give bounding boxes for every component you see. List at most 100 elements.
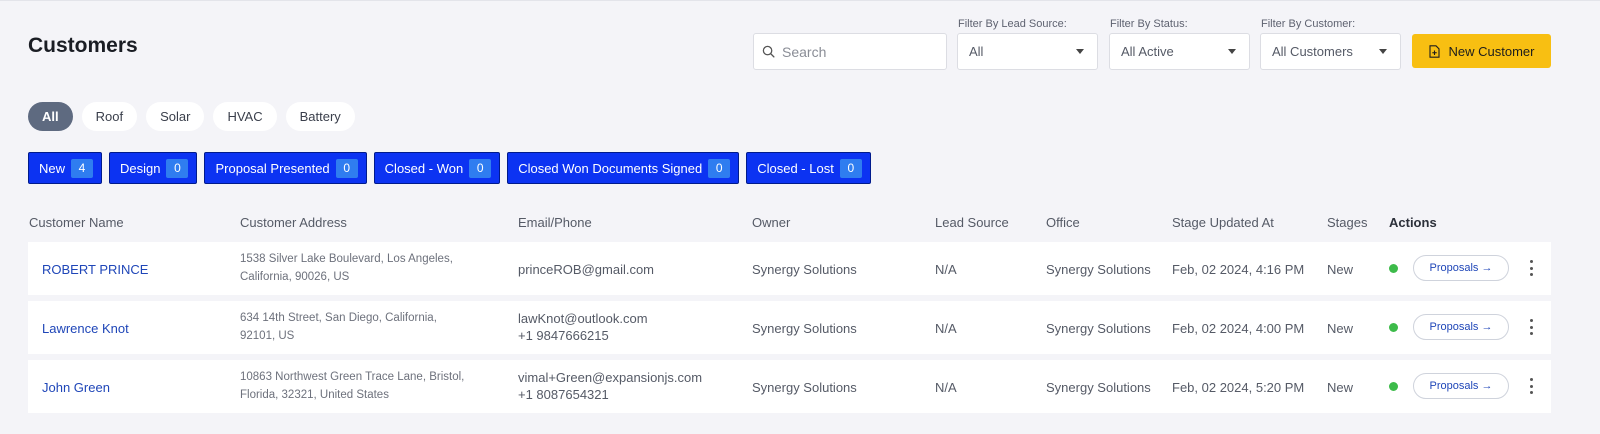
- lead-source: N/A: [935, 262, 957, 277]
- stage-value: New: [1327, 321, 1354, 336]
- stage-count: 0: [166, 158, 189, 178]
- stage-proposal-presented[interactable]: Proposal Presented 0: [204, 152, 367, 184]
- category-pill-solar[interactable]: Solar: [146, 102, 205, 131]
- status-value: All Active: [1121, 44, 1174, 59]
- header-stages[interactable]: Stages: [1327, 215, 1367, 230]
- search-box[interactable]: [753, 33, 947, 70]
- stage-updated-at: Feb, 02 2024, 4:16 PM: [1172, 262, 1305, 277]
- search-icon: [762, 45, 775, 58]
- lead-source-filter-label: Filter By Lead Source:: [958, 18, 1067, 30]
- owner: Synergy Solutions: [752, 380, 857, 395]
- table-row: John Green 10863 Northwest Green Trace L…: [28, 360, 1551, 413]
- new-customer-label: New Customer: [1448, 43, 1535, 59]
- owner: Synergy Solutions: [752, 262, 857, 277]
- status-dot: [1389, 323, 1398, 332]
- customer-value: All Customers: [1272, 44, 1353, 59]
- address-line: 92101, US: [240, 330, 295, 342]
- category-pill-roof[interactable]: Roof: [81, 102, 138, 131]
- stage-closed-lost[interactable]: Closed - Lost 0: [746, 152, 871, 184]
- email-phone: vimal+Green@expansionjs.com +1 808765432…: [518, 369, 702, 403]
- email-phone: lawKnot@outlook.com +1 9847666215: [518, 310, 648, 344]
- stage-count: 0: [469, 158, 492, 178]
- address-line: 10863 Northwest Green Trace Lane, Bristo…: [240, 371, 465, 383]
- stage-label: Proposal Presented: [215, 160, 330, 176]
- stage-value: New: [1327, 380, 1354, 395]
- status-filter-label: Filter By Status:: [1110, 18, 1188, 30]
- stage-new[interactable]: New 4: [28, 152, 103, 184]
- address-line: 634 14th Street, San Diego, California,: [240, 312, 437, 324]
- more-vertical-icon[interactable]: [1525, 318, 1537, 336]
- stage-closed-won-documents-signed[interactable]: Closed Won Documents Signed 0: [507, 152, 740, 184]
- stage-label: Design: [120, 160, 161, 176]
- status-dot: [1389, 382, 1398, 391]
- proposals-button[interactable]: Proposals →: [1413, 314, 1509, 340]
- customer-address: 634 14th Street, San Diego, California, …: [240, 309, 495, 345]
- customer-address: 1538 Silver Lake Boulevard, Los Angeles,…: [240, 250, 495, 286]
- category-pill-all[interactable]: All: [28, 102, 73, 131]
- lead-source: N/A: [935, 380, 957, 395]
- chevron-down-icon: [1076, 49, 1084, 54]
- lead-source-value: All: [969, 44, 984, 59]
- owner: Synergy Solutions: [752, 321, 857, 336]
- customer-address: 10863 Northwest Green Trace Lane, Bristo…: [240, 368, 495, 404]
- category-pill-hvac[interactable]: HVAC: [213, 102, 277, 131]
- table-row: Lawrence Knot 634 14th Street, San Diego…: [28, 301, 1551, 354]
- stage-count: 0: [839, 158, 862, 178]
- stage-closed-won[interactable]: Closed - Won 0: [373, 152, 501, 184]
- new-customer-button[interactable]: New Customer: [1412, 34, 1551, 68]
- category-pill-battery[interactable]: Battery: [285, 102, 355, 131]
- lead-source-select[interactable]: All: [957, 33, 1098, 70]
- more-vertical-icon[interactable]: [1525, 377, 1537, 395]
- status-dot: [1389, 264, 1398, 273]
- stage-label: Closed - Lost: [757, 160, 834, 176]
- email: princeROB@gmail.com: [518, 262, 655, 277]
- stage-design[interactable]: Design 0: [109, 152, 198, 184]
- stage-label: Closed - Won: [384, 160, 464, 176]
- customer-name-link[interactable]: Lawrence Knot: [42, 321, 129, 336]
- email-phone: princeROB@gmail.com: [518, 261, 654, 278]
- proposals-button[interactable]: Proposals →: [1413, 373, 1509, 399]
- customer-name-link[interactable]: John Green: [42, 380, 110, 395]
- email: vimal+Green@expansionjs.com: [518, 370, 703, 385]
- proposals-button[interactable]: Proposals →: [1413, 255, 1509, 281]
- stage-updated-at: Feb, 02 2024, 4:00 PM: [1172, 321, 1305, 336]
- header-email-phone[interactable]: Email/Phone: [518, 215, 592, 230]
- phone: +1 8087654321: [518, 387, 609, 402]
- stage-label: Closed Won Documents Signed: [518, 160, 703, 176]
- stage-count: 4: [71, 158, 94, 178]
- chevron-down-icon: [1228, 49, 1236, 54]
- table-row: ROBERT PRINCE 1538 Silver Lake Boulevard…: [28, 242, 1551, 295]
- customer-select[interactable]: All Customers: [1260, 33, 1401, 70]
- phone: +1 9847666215: [518, 328, 609, 343]
- lead-source: N/A: [935, 321, 957, 336]
- header-stage-updated-at[interactable]: Stage Updated At: [1172, 215, 1274, 230]
- address-line: California, 90026, US: [240, 271, 350, 283]
- header-customer-name[interactable]: Customer Name: [29, 215, 124, 230]
- stage-count: 0: [335, 158, 358, 178]
- customer-filter-label: Filter By Customer:: [1261, 18, 1356, 30]
- status-select[interactable]: All Active: [1109, 33, 1250, 70]
- stage-updated-at: Feb, 02 2024, 5:20 PM: [1172, 380, 1305, 395]
- address-line: Florida, 32321, United States: [240, 389, 389, 401]
- office: Synergy Solutions: [1046, 380, 1151, 395]
- chevron-down-icon: [1379, 49, 1387, 54]
- stage-value: New: [1327, 262, 1354, 277]
- stage-count: 0: [708, 158, 731, 178]
- header-actions: Actions: [1389, 215, 1437, 230]
- category-pills: All Roof Solar HVAC Battery: [28, 102, 355, 131]
- email: lawKnot@outlook.com: [518, 311, 648, 326]
- page-title: Customers: [28, 34, 138, 57]
- header-owner[interactable]: Owner: [752, 215, 790, 230]
- document-plus-icon: [1428, 44, 1440, 58]
- customer-name-link[interactable]: ROBERT PRINCE: [42, 262, 148, 277]
- more-vertical-icon[interactable]: [1525, 259, 1537, 277]
- stage-filters: New 4 Design 0 Proposal Presented 0 Clos…: [28, 152, 871, 184]
- header-lead-source[interactable]: Lead Source: [935, 215, 1009, 230]
- stage-label: New: [39, 160, 66, 176]
- address-line: 1538 Silver Lake Boulevard, Los Angeles,: [240, 253, 453, 265]
- office: Synergy Solutions: [1046, 262, 1151, 277]
- header-office[interactable]: Office: [1046, 215, 1080, 230]
- header-customer-address[interactable]: Customer Address: [240, 215, 347, 230]
- search-input[interactable]: [782, 43, 932, 60]
- office: Synergy Solutions: [1046, 321, 1151, 336]
